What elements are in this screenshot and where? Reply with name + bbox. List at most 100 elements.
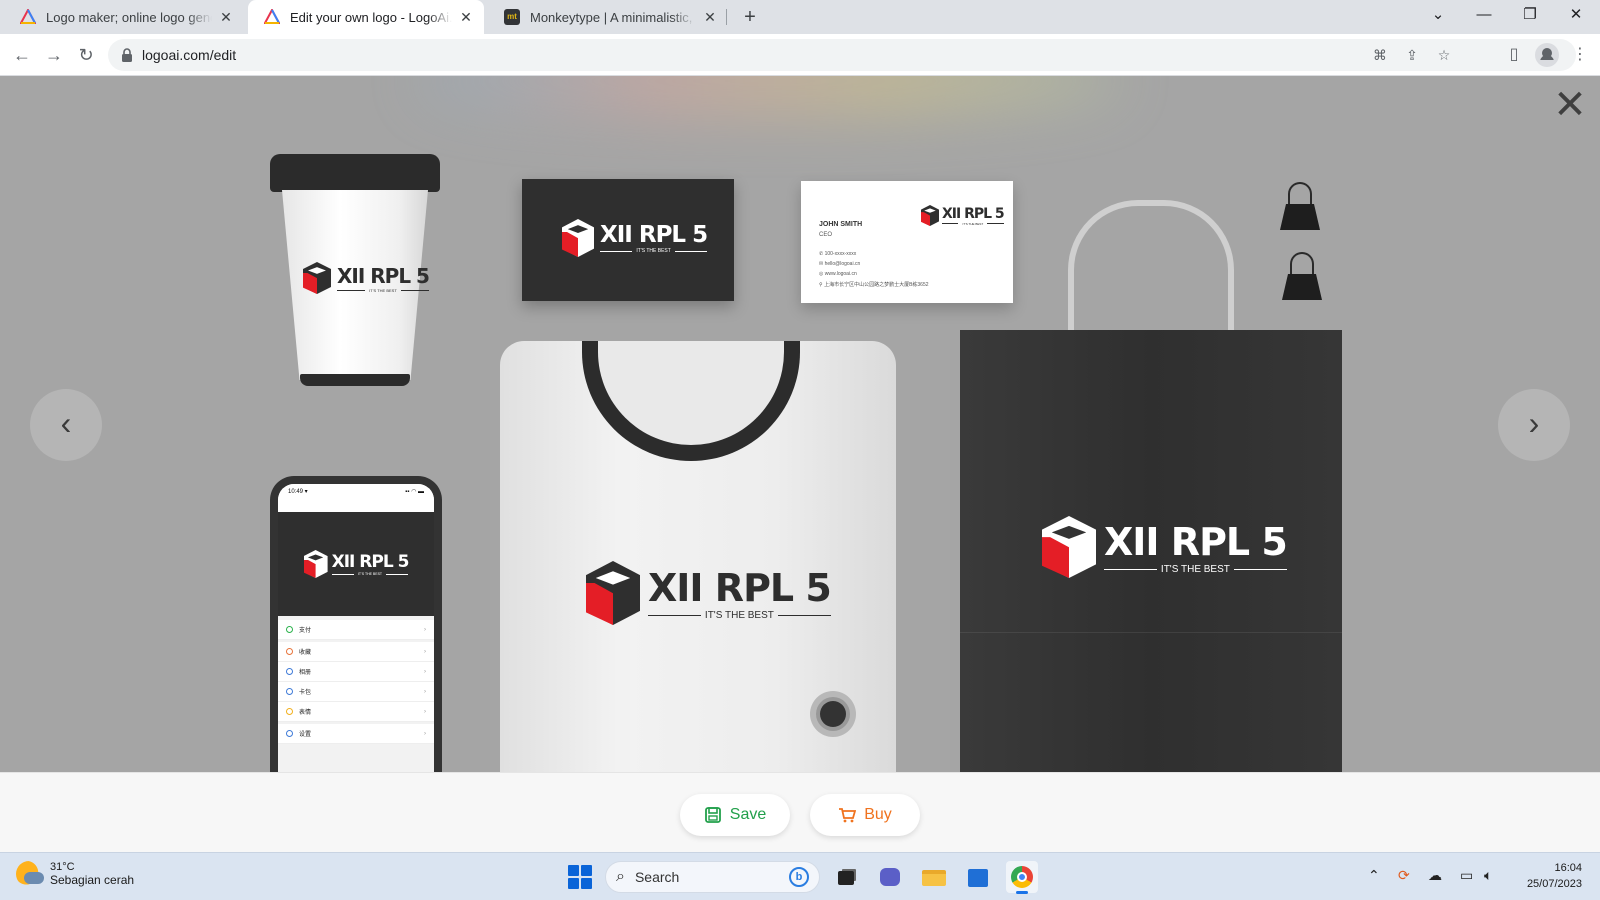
partly-sunny-icon bbox=[16, 861, 44, 887]
profile-avatar-icon[interactable] bbox=[1535, 43, 1559, 67]
logo-name: XII RPL 5 bbox=[600, 222, 708, 248]
menu-kebab-icon[interactable]: ⋮ bbox=[1566, 41, 1594, 69]
logo-tagline: IT'S THE BEST bbox=[369, 287, 397, 293]
cup-base bbox=[300, 374, 410, 386]
tab-close-icon[interactable]: ✕ bbox=[458, 9, 474, 26]
logo-tagline: IT'S THE BEST bbox=[636, 248, 671, 254]
logo-cube-icon bbox=[303, 550, 328, 578]
phone-menu-item: 收藏 › bbox=[278, 642, 434, 662]
tab-separator bbox=[726, 9, 727, 25]
close-preview-icon[interactable]: ✕ bbox=[1553, 85, 1587, 125]
shirt-logo: XII RPL 5 IT'S THE BEST bbox=[586, 561, 832, 625]
card-phone: ✆ 100-xxxx-xxxx bbox=[819, 251, 857, 257]
tab-logo-maker[interactable]: Logo maker; online logo generator ✕ bbox=[4, 0, 244, 34]
card-address: ⚲ 上海市长宁区中山公园路之梦鹏士大厦B栋3652 bbox=[819, 282, 929, 288]
file-explorer-icon[interactable] bbox=[918, 861, 950, 893]
phone-menu-item: 相册 › bbox=[278, 662, 434, 682]
new-tab-icon[interactable]: + bbox=[737, 4, 763, 30]
phone-menu-item: 卡包 › bbox=[278, 682, 434, 702]
phone-screen: 10:49 ▾ ▪▪ ◠ ▬ XII RPL 5 IT'S THE BEST 支付… bbox=[278, 484, 434, 772]
tab-close-icon[interactable]: ✕ bbox=[702, 9, 718, 26]
clock-time: 16:04 bbox=[1554, 862, 1582, 874]
tab-title: Monkeytype | A minimalistic, customizabl… bbox=[530, 9, 696, 25]
next-arrow-button[interactable]: › bbox=[1498, 389, 1570, 461]
monkeytype-favicon-icon: mt bbox=[504, 9, 520, 25]
tab-title: Logo maker; online logo generator bbox=[46, 9, 212, 25]
cup-logo: XII RPL 5 IT'S THE BEST bbox=[303, 262, 430, 294]
share-icon[interactable]: ⇪ bbox=[1402, 45, 1422, 65]
action-footer: Save Buy bbox=[0, 772, 1600, 852]
bag-handle bbox=[1068, 200, 1234, 340]
browser-toolbar: ← → ↻ logoai.com/edit ⌘ ⇪ ☆ ▯ ⋮ bbox=[0, 34, 1600, 76]
restore-icon[interactable]: ❐ bbox=[1507, 0, 1553, 34]
card-web: ◎ www.logoai.cn bbox=[819, 271, 857, 277]
search-icon: ⌕ bbox=[616, 868, 625, 885]
close-window-icon[interactable]: ✕ bbox=[1553, 0, 1599, 34]
logoai-favicon-icon bbox=[264, 9, 280, 24]
lock-icon bbox=[122, 48, 132, 62]
address-bar[interactable]: logoai.com/edit ⌘ ⇪ ☆ bbox=[108, 39, 1576, 71]
volume-icon[interactable]: 🔈︎ bbox=[1484, 867, 1492, 884]
tshirt-mockup: XII RPL 5 IT'S THE BEST bbox=[500, 341, 896, 772]
logo-name: XII RPL 5 bbox=[337, 263, 430, 288]
bing-icon: b bbox=[789, 867, 809, 887]
cup-lid bbox=[270, 154, 440, 192]
windows-start-icon[interactable] bbox=[564, 861, 596, 893]
taskbar-clock[interactable]: 16:04 25/07/2023 bbox=[1508, 860, 1582, 892]
teams-chat-icon[interactable] bbox=[874, 861, 906, 893]
logo-tagline: IT'S THE BEST bbox=[1160, 563, 1230, 575]
favorites-icon bbox=[286, 648, 293, 655]
forward-icon[interactable]: → bbox=[40, 41, 68, 69]
translate-icon[interactable]: ⌘ bbox=[1370, 45, 1390, 65]
previous-arrow-button[interactable]: ‹ bbox=[30, 389, 102, 461]
reload-icon[interactable]: ↻ bbox=[72, 41, 100, 69]
cart-icon bbox=[839, 808, 857, 823]
emoji-icon bbox=[286, 708, 293, 715]
logo-cube-icon bbox=[303, 262, 331, 294]
cloud-offline-icon[interactable]: ☁ bbox=[1428, 867, 1442, 884]
tab-title: Edit your own logo - LogoAi.com bbox=[290, 9, 452, 25]
card-logo: XII RPL 5 IT'S THE BEST bbox=[562, 219, 708, 257]
logo-cube-icon bbox=[1042, 516, 1096, 578]
clock-date: 25/07/2023 bbox=[1526, 878, 1582, 890]
phone-logo: XII RPL 5 IT'S THE BEST bbox=[303, 550, 409, 578]
save-icon bbox=[704, 807, 721, 823]
side-panel-icon[interactable]: ▯ bbox=[1500, 41, 1528, 69]
tab-edit-logo[interactable]: Edit your own logo - LogoAi.com ✕ bbox=[248, 0, 484, 34]
taskbar-search[interactable]: ⌕ Search b bbox=[605, 861, 820, 893]
back-icon[interactable]: ← bbox=[8, 41, 36, 69]
logo-cube-icon bbox=[562, 219, 594, 257]
logo-tagline: IT'S THE BEST bbox=[357, 572, 383, 576]
weather-widget[interactable]: 31°C Sebagian cerah bbox=[16, 861, 134, 887]
bookmark-star-icon[interactable]: ☆ bbox=[1434, 45, 1454, 65]
network-icon[interactable]: ▭ bbox=[1460, 867, 1473, 884]
weather-temperature: 31°C bbox=[50, 861, 75, 873]
mockup-preview: ✕ ‹ › XII RPL 5 IT'S THE BEST XII RPL 5 … bbox=[0, 76, 1600, 772]
tab-close-icon[interactable]: ✕ bbox=[218, 9, 234, 26]
weather-condition: Sebagian cerah bbox=[50, 873, 135, 887]
tab-search-chevron-icon[interactable]: ⌄ bbox=[1415, 0, 1461, 34]
phone-menu-item: 支付 › bbox=[278, 620, 434, 640]
album-icon bbox=[286, 668, 293, 675]
minimize-icon[interactable]: — bbox=[1461, 0, 1507, 34]
card-email: ✉ hello@logoai.cn bbox=[819, 261, 861, 267]
card-pack-icon bbox=[286, 688, 293, 695]
card-person-role: CEO bbox=[819, 232, 833, 238]
search-label: Search bbox=[634, 869, 680, 885]
logo-cube-icon bbox=[921, 205, 939, 226]
task-view-icon[interactable] bbox=[830, 861, 862, 893]
tab-monkeytype[interactable]: mt Monkeytype | A minimalistic, customiz… bbox=[488, 0, 728, 34]
buy-label: Buy bbox=[864, 806, 892, 823]
microsoft-store-icon[interactable] bbox=[962, 861, 994, 893]
card-person-name: JOHN SMITH bbox=[819, 221, 863, 228]
logo-name: XII RPL 5 bbox=[1104, 519, 1288, 564]
windows-taskbar: 31°C Sebagian cerah ⌕ Search b ⌃ ⟳ ☁ ▭ 🔈… bbox=[0, 852, 1600, 900]
buy-button[interactable]: Buy bbox=[810, 794, 920, 836]
sync-icon[interactable]: ⟳ bbox=[1398, 867, 1410, 884]
show-hidden-icons-chevron[interactable]: ⌃ bbox=[1368, 867, 1380, 884]
phone-status-bar: 10:49 ▾ ▪▪ ◠ ▬ bbox=[278, 484, 434, 512]
logo-cube-icon bbox=[586, 561, 640, 625]
logo-tagline: IT'S THE BEST bbox=[704, 609, 774, 621]
save-button[interactable]: Save bbox=[680, 794, 790, 836]
chrome-icon[interactable] bbox=[1006, 861, 1038, 894]
